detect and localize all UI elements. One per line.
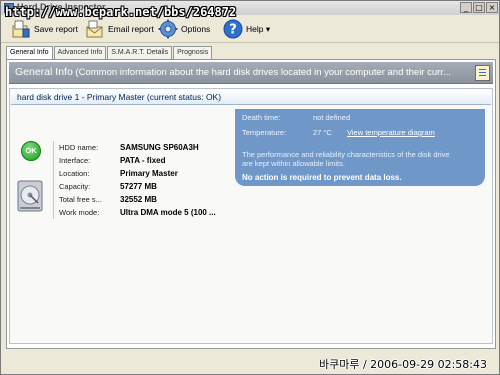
timestamp-watermark-text: 바쿠마루 / 2006-09-29 02:58:43 bbox=[319, 358, 488, 371]
options-label: Options bbox=[181, 24, 211, 34]
help-menu-button[interactable]: ? Help ▾ bbox=[223, 18, 270, 40]
close-button[interactable]: × bbox=[486, 2, 498, 13]
info-label: Total free s... bbox=[59, 195, 102, 204]
tab-prognosis[interactable]: Prognosis bbox=[173, 46, 213, 59]
drive-header[interactable]: hard disk drive 1 - Primary Master (curr… bbox=[11, 90, 491, 105]
save-report-label: Save report bbox=[34, 24, 78, 34]
status-action-text: No action is required to prevent data lo… bbox=[242, 173, 402, 182]
temperature-label: Temperature: bbox=[242, 128, 287, 137]
timestamp-watermark: 바쿠마루 / 2006-09-29 02:58:43 bbox=[319, 356, 487, 372]
help-icon: ? bbox=[223, 19, 243, 39]
general-info-description: (Common information about the hard disk … bbox=[72, 67, 451, 78]
help-label: Help ▾ bbox=[246, 23, 271, 34]
temperature-value: 27 °C bbox=[313, 128, 332, 137]
info-row-location: Location: Primary Master bbox=[59, 167, 216, 180]
drive-info-table: HDD name: SAMSUNG SP60A3H Interface: PAT… bbox=[59, 141, 216, 219]
status-description: The performance and reliability characte… bbox=[242, 150, 450, 168]
save-report-icon bbox=[12, 20, 30, 38]
email-report-icon bbox=[86, 20, 103, 38]
info-label: Capacity: bbox=[59, 182, 91, 191]
hard-drive-icon bbox=[17, 180, 43, 212]
tab-smart-details[interactable]: S.M.A.R.T. Details bbox=[107, 46, 173, 59]
general-info-panel: General Info (Common information about t… bbox=[6, 59, 496, 349]
save-report-button[interactable]: Save report bbox=[11, 18, 78, 40]
tab-general-info[interactable]: General Info bbox=[6, 46, 53, 60]
status-panel: Death time: not defined Temperature: 27 … bbox=[235, 109, 485, 186]
info-row-capacity: Capacity: 57277 MB bbox=[59, 180, 216, 193]
info-row-total-free-space: Total free s... 32552 MB bbox=[59, 193, 216, 206]
tab-advanced-info[interactable]: Advanced Info bbox=[53, 46, 107, 59]
info-value: Primary Master bbox=[120, 169, 178, 178]
svg-text:?: ? bbox=[229, 23, 237, 38]
separator bbox=[53, 141, 54, 219]
minimize-button[interactable]: _ bbox=[460, 2, 472, 13]
maximize-button[interactable]: □ bbox=[473, 2, 485, 13]
report-view-icon[interactable] bbox=[475, 65, 490, 81]
options-gear-icon bbox=[158, 19, 178, 39]
options-button[interactable]: Options bbox=[158, 18, 210, 40]
email-report-button[interactable]: Email report bbox=[85, 18, 154, 40]
info-row-interface: Interface: PATA - fixed bbox=[59, 154, 216, 167]
toolbar: Save report Email report Options ? Help … bbox=[1, 15, 499, 43]
info-value: 32552 MB bbox=[120, 195, 157, 204]
ok-status-icon: OK bbox=[21, 141, 41, 161]
view-temperature-diagram-link[interactable]: View temperature diagram bbox=[347, 128, 435, 137]
url-overlay-text: http://www.bcpark.net/bbs/264872 bbox=[5, 5, 237, 19]
info-row-hdd-name: HDD name: SAMSUNG SP60A3H bbox=[59, 141, 216, 154]
email-report-label: Email report bbox=[108, 24, 154, 34]
info-label: Work mode: bbox=[59, 208, 100, 217]
info-value: SAMSUNG SP60A3H bbox=[120, 143, 199, 152]
general-info-header: General Info (Common information about t… bbox=[9, 62, 493, 84]
info-value: 57277 MB bbox=[120, 182, 157, 191]
info-value: PATA - fixed bbox=[120, 156, 166, 165]
info-label: Interface: bbox=[59, 156, 91, 165]
tab-strip: General Info Advanced Info S.M.A.R.T. De… bbox=[6, 46, 213, 60]
general-info-heading: General Info bbox=[15, 66, 73, 78]
general-info-title: General Info (Common information about t… bbox=[15, 66, 451, 78]
death-time-value: not defined bbox=[313, 113, 351, 122]
info-label: HDD name: bbox=[59, 143, 99, 152]
death-time-label: Death time: bbox=[242, 113, 281, 122]
drive-header-title: hard disk drive 1 - Primary Master (curr… bbox=[17, 92, 222, 102]
info-value: Ultra DMA mode 5 (100 ... bbox=[120, 208, 216, 217]
info-row-work-mode: Work mode: Ultra DMA mode 5 (100 ... bbox=[59, 206, 216, 219]
app-window: Hard Drive Inspector _ □ × http://www.bc… bbox=[0, 0, 500, 375]
info-label: Location: bbox=[59, 169, 90, 178]
